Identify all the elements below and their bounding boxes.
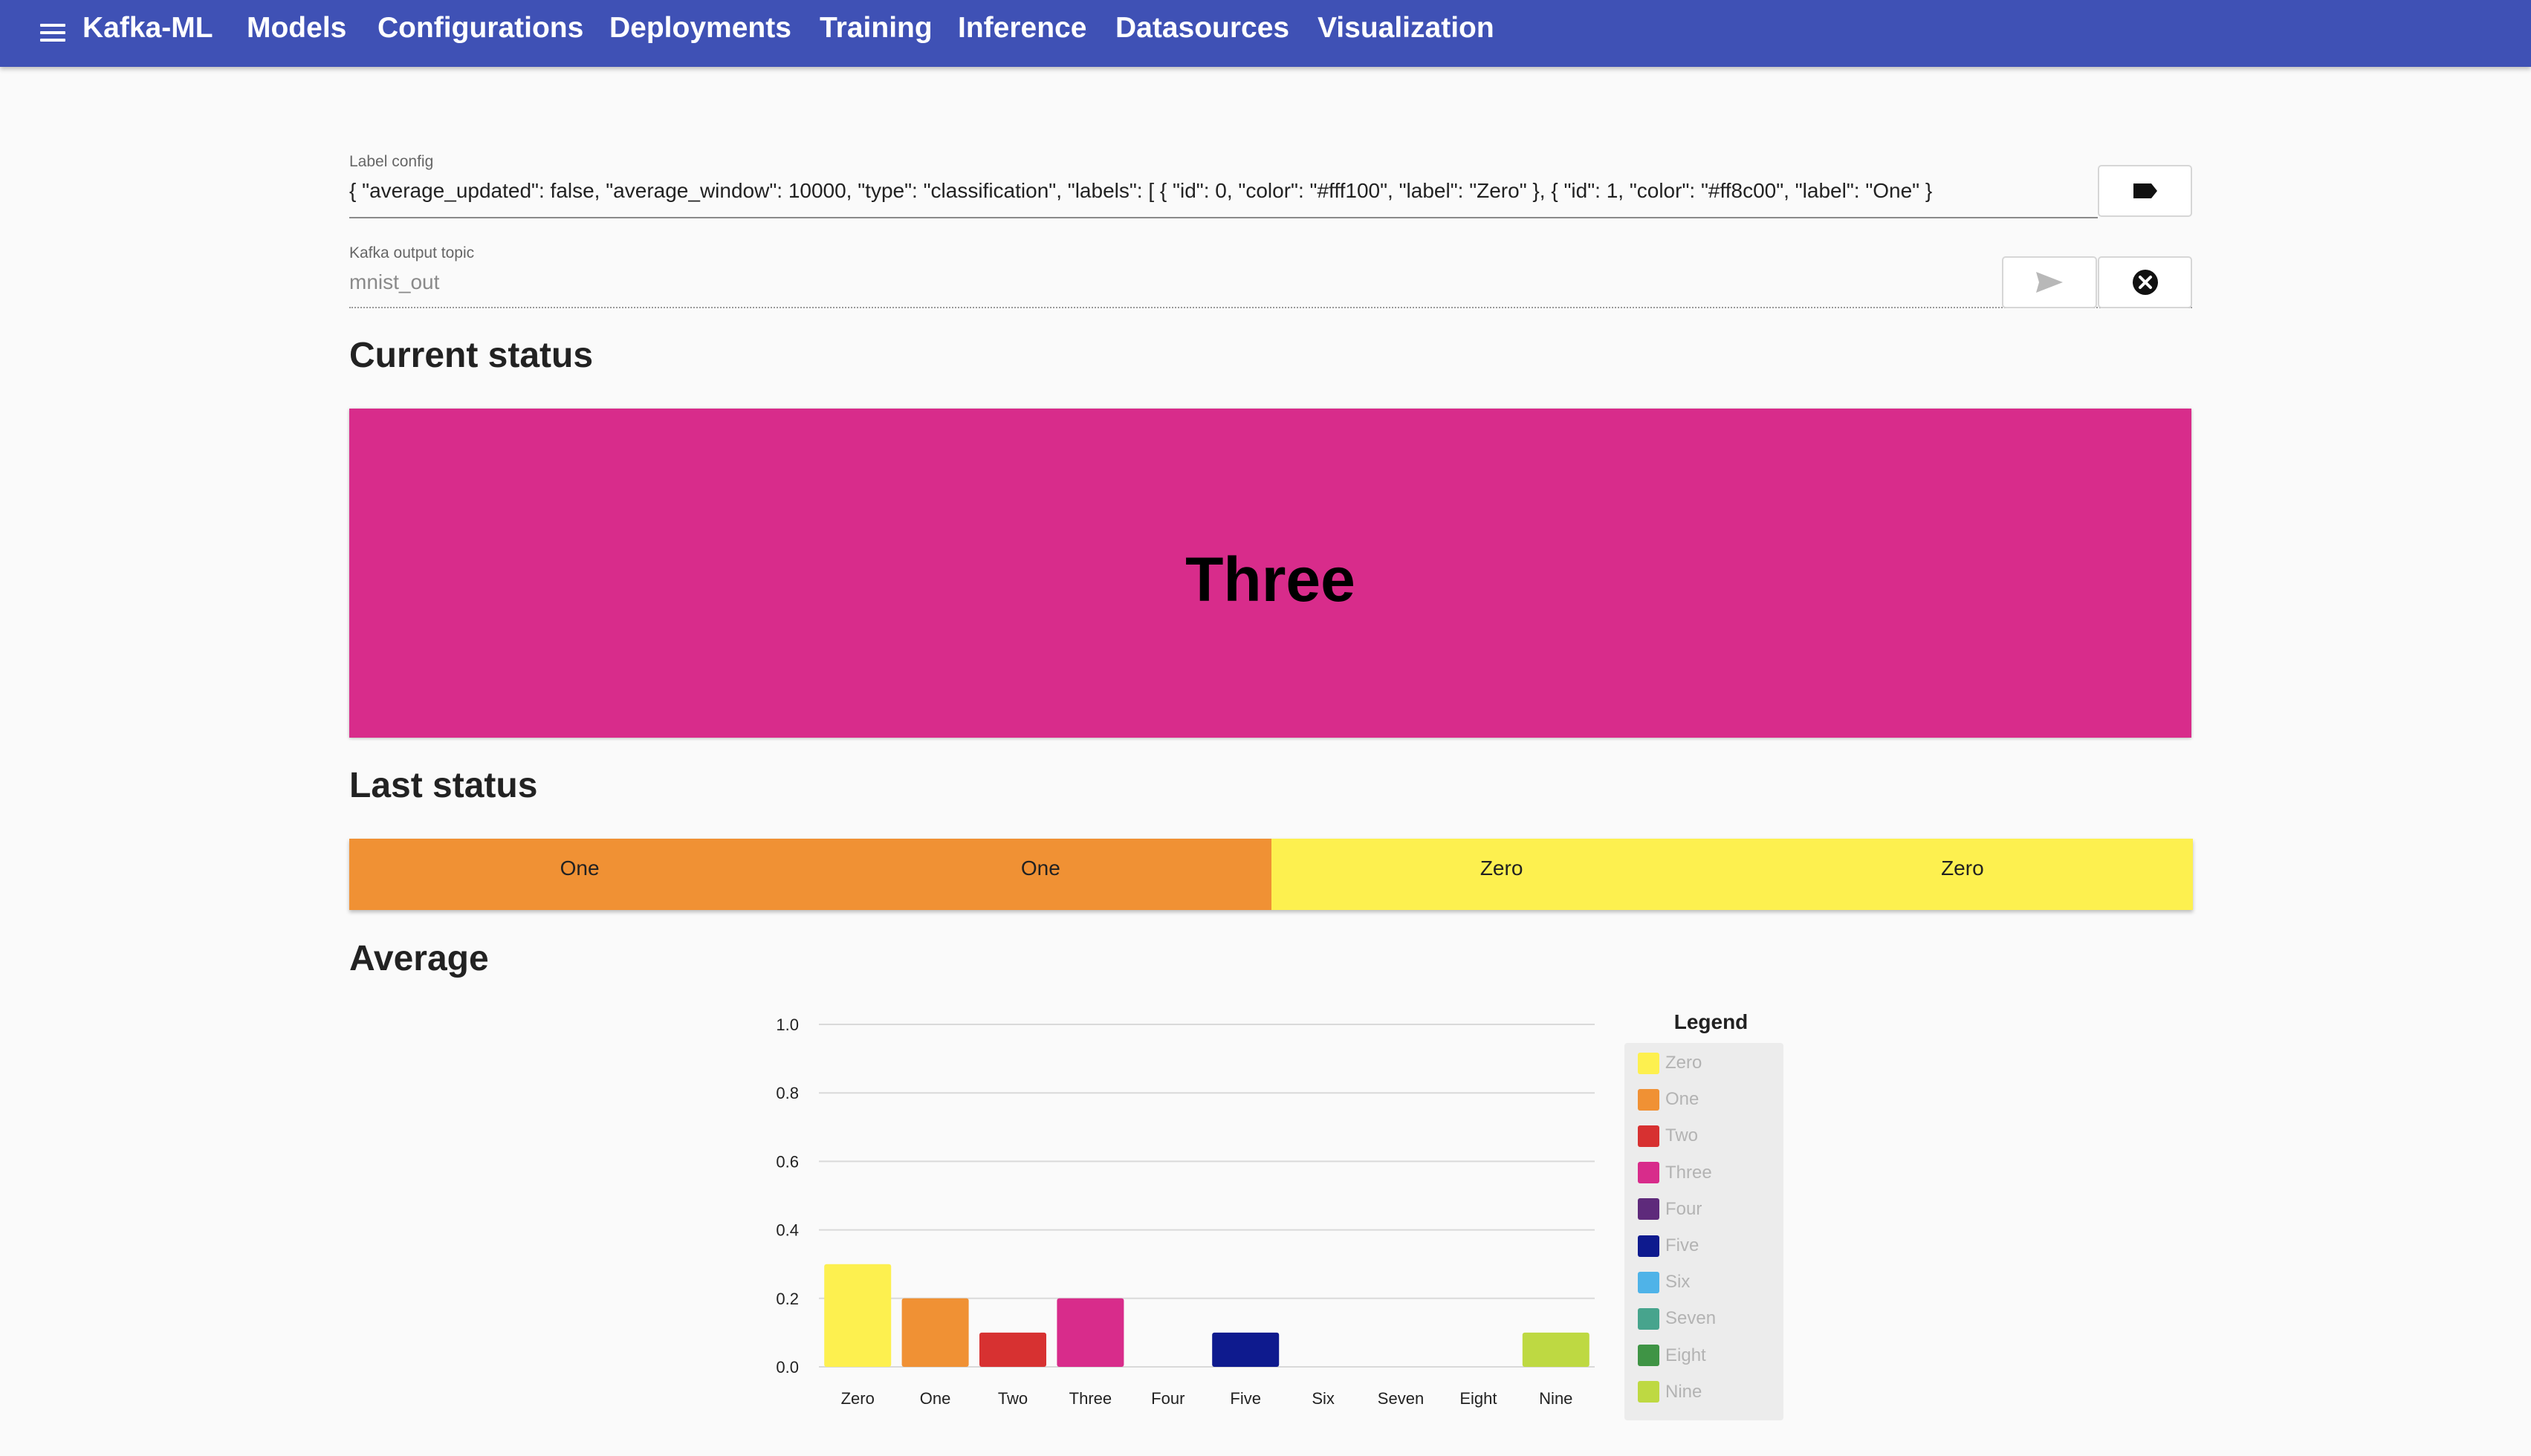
x-tick-label: Seven [1378,1389,1424,1408]
last-status-strip: One One Zero Zero [349,839,2193,910]
x-tick-label: Two [998,1389,1028,1408]
nav-datasources[interactable]: Datasources [1115,0,1289,67]
y-tick-label: 0.8 [776,1084,799,1102]
legend-swatch [1638,1381,1659,1403]
x-tick-label: Zero [841,1389,875,1408]
current-status-panel: Three [349,409,2191,738]
legend-item-two[interactable]: Two [1638,1125,1698,1147]
legend-label: Eight [1665,1345,1706,1365]
legend-label: One [1665,1089,1699,1110]
bar-five [1212,1332,1280,1367]
x-tick-label: Five [1230,1389,1261,1408]
average-bar-chart: 0.0 0.2 0.4 0.6 0.8 1.0 Zero One Two Three Four Fiv… [776,1015,1595,1408]
bar-three [1057,1298,1124,1367]
legend-swatch [1638,1088,1659,1111]
legend-label: Zero [1665,1053,1702,1073]
nav-models[interactable]: Models [247,0,346,67]
legend-swatch [1638,1162,1659,1184]
legend-title: Legend [1673,1010,1749,1033]
legend-label: Two [1665,1125,1699,1146]
x-tick-label: Nine [1539,1389,1572,1408]
legend-swatch [1638,1125,1659,1147]
nav-configurations[interactable]: Configurations [377,0,583,67]
kafka-topic-underline [349,307,2192,308]
kafka-topic-label: Kafka output topic [349,244,475,261]
label-icon [2133,183,2157,198]
send-icon [2036,272,2063,293]
top-app-bar: Kafka-ML Models Configurations Deploymen… [0,0,2531,67]
legend-swatch [1638,1198,1659,1221]
legend-item-six[interactable]: Six [1638,1271,1690,1293]
legend-item-nine[interactable]: Nine [1638,1381,1702,1403]
legend-label: Five [1665,1235,1699,1255]
nav-visualization[interactable]: Visualization [1318,0,1494,67]
legend-swatch [1638,1345,1659,1367]
label-config-label: Label config [349,153,434,170]
last-status-item: Zero [1731,839,2193,910]
menu-icon[interactable] [37,18,67,48]
legend-label: Nine [1665,1381,1702,1402]
nav-training[interactable]: Training [820,0,933,67]
x-tick-label: Four [1151,1389,1185,1408]
current-status-heading: Current status [349,336,594,375]
x-tick-label: One [920,1389,951,1408]
y-tick-label: 0.6 [776,1152,799,1171]
legend-swatch [1638,1271,1659,1293]
average-heading: Average [349,939,489,978]
y-tick-label: 0.2 [776,1290,799,1308]
last-status-item: Zero [1271,839,1732,910]
last-status-heading: Last status [349,766,538,805]
legend-label: Seven [1665,1308,1717,1329]
legend-item-four[interactable]: Four [1638,1198,1702,1221]
kafka-topic-input[interactable]: mnist_out [349,270,1984,294]
legend-label: Six [1665,1272,1691,1293]
nav-deployments[interactable]: Deployments [609,0,791,67]
send-button[interactable] [2002,256,2097,308]
legend-item-one[interactable]: One [1638,1088,1699,1111]
legend-label: Four [1665,1198,1702,1219]
y-tick-label: 0.4 [776,1221,799,1240]
y-tick-label: 0.0 [776,1358,799,1377]
last-status-item: One [349,839,811,910]
legend-item-five[interactable]: Five [1638,1235,1699,1257]
y-tick-label: 1.0 [776,1015,799,1034]
chart-legend: Zero One Two Three Four Five Six Seven Eight Nine [1624,1043,1783,1420]
cancel-button[interactable] [2098,256,2192,308]
nav-inference[interactable]: Inference [958,0,1086,67]
legend-swatch [1638,1235,1659,1257]
x-tick-label: Six [1312,1389,1335,1408]
legend-label: Three [1665,1162,1712,1183]
bar-two [979,1332,1046,1367]
label-config-input[interactable]: { "average_updated": false, "average_win… [349,179,2098,203]
legend-item-zero[interactable]: Zero [1638,1052,1702,1074]
bar-one [901,1298,969,1367]
label-config-button[interactable] [2098,165,2192,217]
legend-item-three[interactable]: Three [1638,1162,1712,1184]
x-tick-label: Three [1069,1389,1112,1408]
last-status-item: One [810,839,1271,910]
x-tick-label: Eight [1459,1389,1497,1408]
cancel-icon [2132,270,2158,295]
current-status-label: Three [1185,545,1355,614]
app-title[interactable]: Kafka-ML [82,0,213,67]
label-config-underline [349,217,2098,218]
legend-swatch [1638,1307,1659,1330]
legend-swatch [1638,1052,1659,1074]
bar-nine [1522,1332,1589,1367]
legend-item-eight[interactable]: Eight [1638,1345,1706,1367]
bar-zero [824,1264,892,1367]
legend-item-seven[interactable]: Seven [1638,1307,1716,1330]
